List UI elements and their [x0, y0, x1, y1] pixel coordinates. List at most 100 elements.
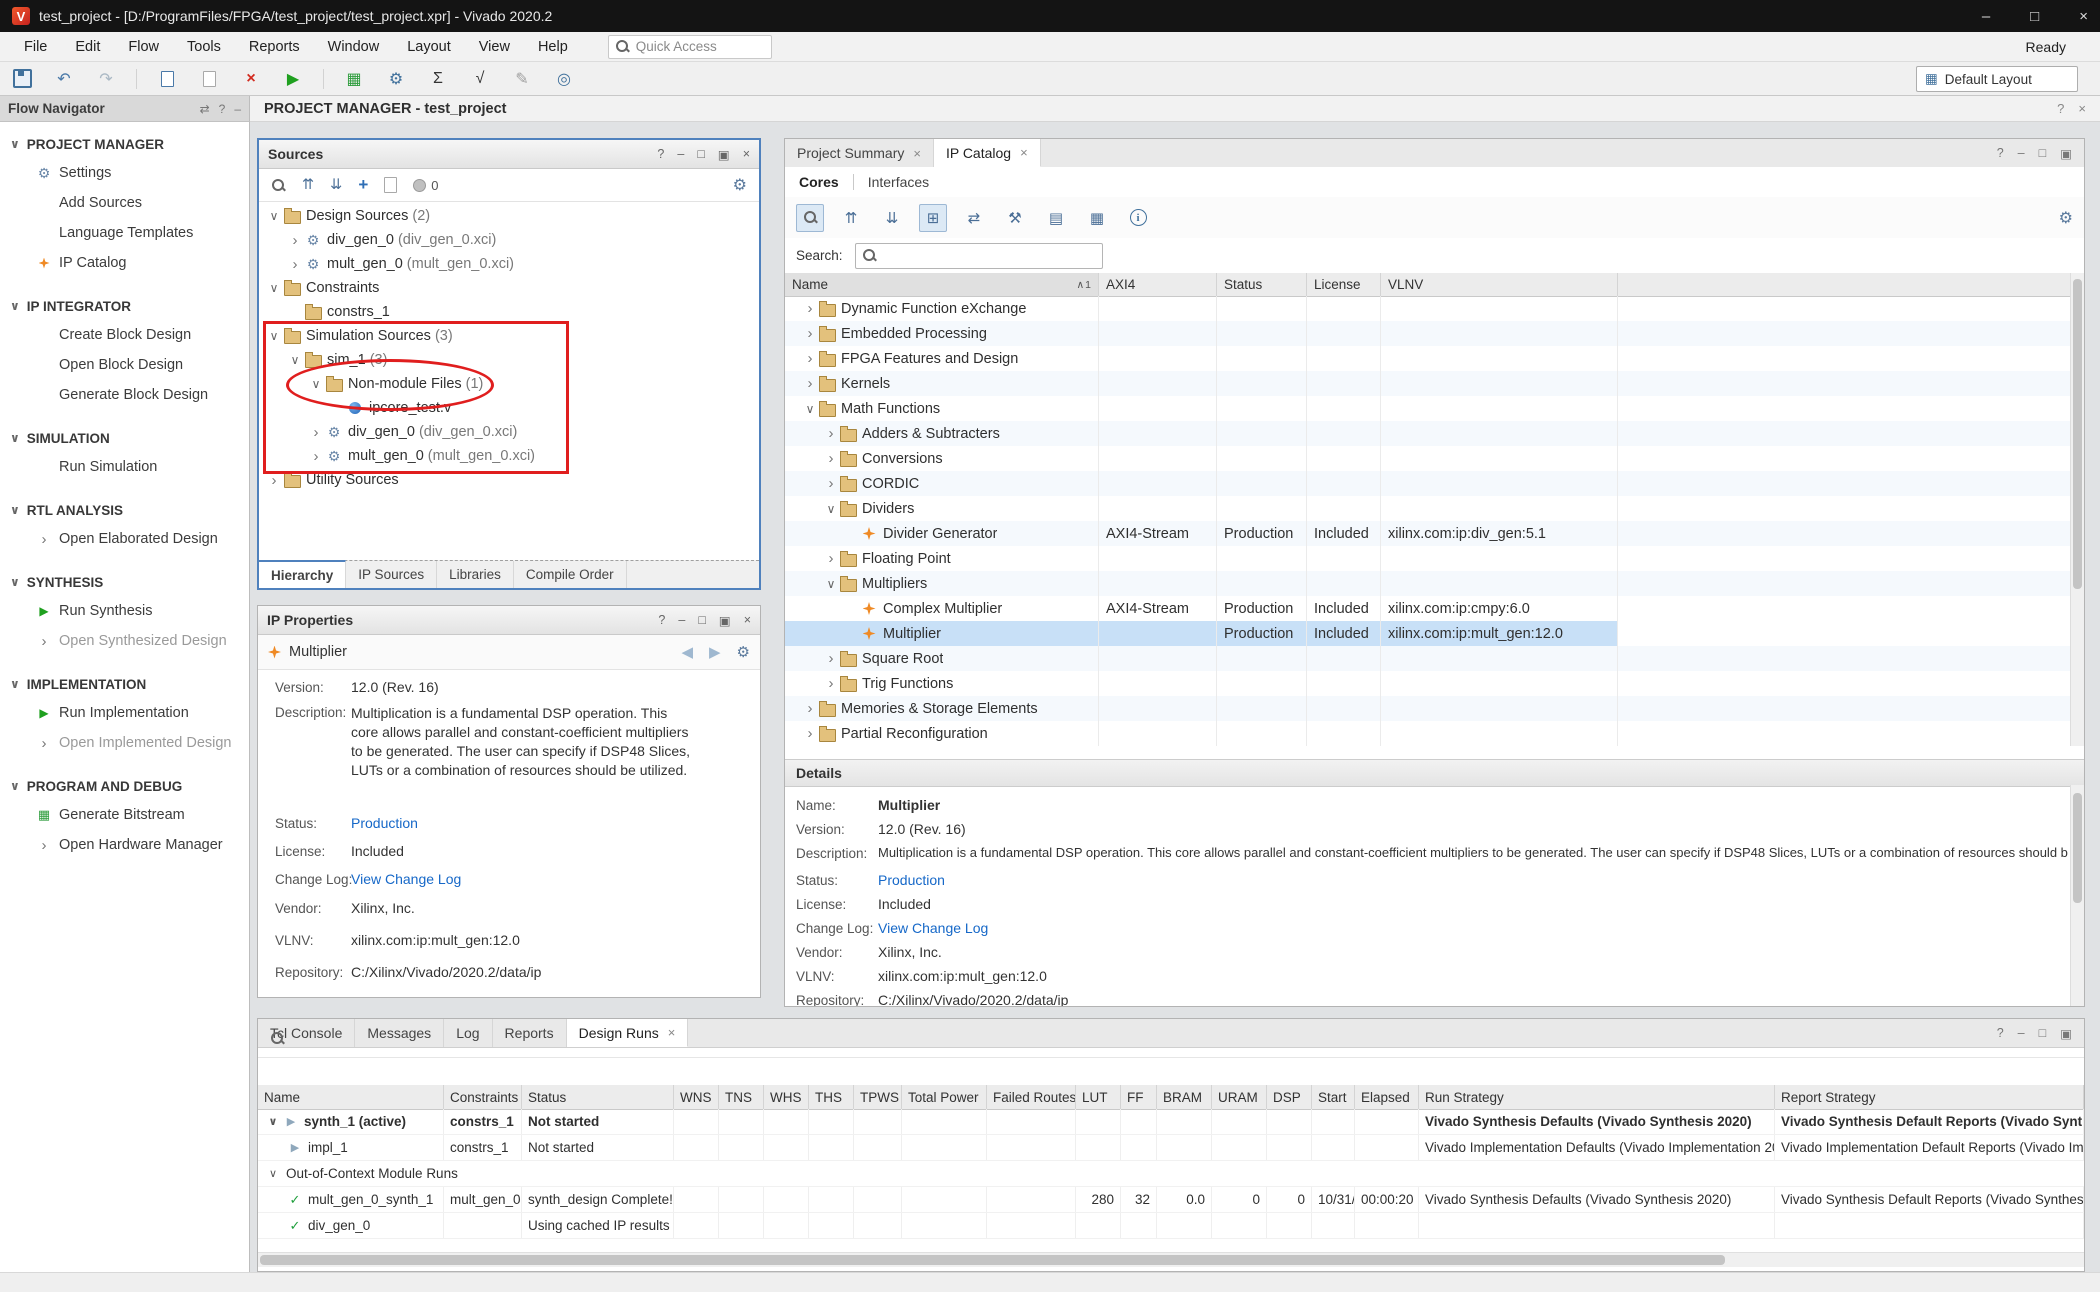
search-icon[interactable] — [270, 1031, 285, 1046]
subtab-interfaces[interactable]: Interfaces — [866, 174, 931, 190]
tree-row[interactable]: ›Dynamic Function eXchange — [785, 296, 2071, 321]
run-icon[interactable]: ▶ — [281, 67, 305, 91]
expand-all-icon[interactable]: ⇊ — [330, 177, 342, 193]
sidebar-item-open-hardware-manager[interactable]: › Open Hardware Manager — [0, 830, 249, 860]
menu-flow[interactable]: Flow — [114, 32, 173, 61]
tab-design-runs[interactable]: Design Runs× — [567, 1019, 689, 1047]
maximize-icon[interactable]: □ — [698, 613, 706, 628]
section-simulation[interactable]: ∨ SIMULATION — [0, 424, 249, 452]
close-icon[interactable]: × — [913, 146, 921, 161]
tab-project-summary[interactable]: Project Summary × — [785, 139, 934, 167]
float-icon[interactable]: ▣ — [2060, 1026, 2072, 1041]
subtab-cores[interactable]: Cores — [797, 174, 841, 190]
tree-row-complex-multiplier[interactable]: Complex MultiplierAXI4-StreamProductionI… — [785, 596, 2071, 621]
tree-row[interactable]: ›Memories & Storage Elements — [785, 696, 2071, 721]
sidebar-item-run-implementation[interactable]: ▶ Run Implementation — [0, 698, 249, 728]
chevron-right-icon[interactable]: › — [286, 233, 304, 248]
sidebar-item-run-synthesis[interactable]: ▶ Run Synthesis — [0, 596, 249, 626]
collapse-all-icon[interactable]: ⇈ — [302, 177, 314, 193]
chevron-right-icon[interactable]: › — [42, 838, 47, 853]
menu-view[interactable]: View — [465, 32, 524, 61]
tree-row-sim-div-gen[interactable]: › ⚙ div_gen_0 (div_gen_0.xci) — [259, 420, 759, 444]
column-header[interactable]: Start — [1312, 1085, 1355, 1109]
chevron-right-icon[interactable]: › — [823, 651, 839, 666]
sum-icon[interactable]: Σ — [426, 67, 450, 91]
help-icon[interactable]: ? — [219, 102, 226, 116]
gear-icon[interactable]: ⚙ — [733, 175, 747, 195]
chevron-down-icon[interactable]: ∨ — [265, 209, 283, 223]
minimize-icon[interactable]: – — [2018, 146, 2025, 160]
minimize-icon[interactable]: – — [2018, 1026, 2025, 1040]
info-icon[interactable]: i — [1124, 204, 1152, 232]
customize-icon[interactable]: ⚒ — [1001, 204, 1029, 232]
settings-icon[interactable]: ⚙ — [384, 67, 408, 91]
float-icon[interactable]: ▣ — [719, 613, 731, 628]
tree-row[interactable]: ›Floating Point — [785, 546, 2071, 571]
tree-row[interactable]: ›Partial Reconfiguration — [785, 721, 2071, 746]
status-link[interactable]: Production — [878, 872, 945, 888]
chevron-right-icon[interactable]: › — [42, 634, 47, 649]
maximize-icon[interactable]: □ — [2039, 146, 2047, 160]
chevron-down-icon[interactable]: ∨ — [265, 329, 283, 343]
search-icon[interactable] — [271, 178, 286, 193]
column-header-license[interactable]: License — [1307, 273, 1381, 296]
target-icon[interactable]: ◎ — [552, 67, 576, 91]
dock-icon[interactable]: ⇄ — [200, 102, 210, 116]
tree-row-mult-gen[interactable]: › ⚙ mult_gen_0 (mult_gen_0.xci) — [259, 252, 759, 276]
paste-icon[interactable] — [197, 67, 221, 91]
tree-row[interactable]: ∨Math Functions — [785, 396, 2071, 421]
tab-compile-order[interactable]: Compile Order — [514, 561, 627, 588]
maximize-icon[interactable]: □ — [2039, 1026, 2047, 1040]
horizontal-scrollbar[interactable] — [258, 1252, 2084, 1267]
details-scrollbar[interactable] — [2070, 785, 2084, 1006]
column-header[interactable]: BRAM — [1157, 1085, 1212, 1109]
edit-icon[interactable]: ✎ — [510, 67, 534, 91]
catalog-scrollbar[interactable] — [2070, 273, 2084, 746]
chevron-right-icon[interactable]: › — [42, 532, 47, 547]
table-view-icon[interactable]: ▤ — [1042, 204, 1070, 232]
scrollbar-thumb[interactable] — [2073, 279, 2082, 589]
sidebar-item-language-templates[interactable]: Language Templates — [0, 218, 249, 248]
sources-panel-header[interactable]: Sources ? – □ ▣ × — [259, 140, 759, 169]
sidebar-item-open-synthesized-design[interactable]: › Open Synthesized Design — [0, 626, 249, 656]
close-icon[interactable]: × — [743, 147, 750, 162]
column-header[interactable]: URAM — [1212, 1085, 1267, 1109]
column-header[interactable]: LUT — [1076, 1085, 1121, 1109]
sidebar-item-run-simulation[interactable]: Run Simulation — [0, 452, 249, 482]
sidebar-item-create-block-design[interactable]: Create Block Design — [0, 320, 249, 350]
chevron-right-icon[interactable]: › — [286, 257, 304, 272]
grid-view-icon[interactable]: ▦ — [1083, 204, 1111, 232]
help-icon[interactable]: ? — [1997, 146, 2004, 160]
tree-row-design-sources[interactable]: ∨ Design Sources (2) — [259, 204, 759, 228]
tree-row-constraints[interactable]: ∨ Constraints — [259, 276, 759, 300]
tab-messages[interactable]: Messages — [355, 1019, 444, 1047]
tree-row[interactable]: ›CORDIC — [785, 471, 2071, 496]
chevron-down-icon[interactable]: ∨ — [802, 402, 818, 416]
help-icon[interactable]: ? — [657, 147, 664, 162]
sidebar-item-settings[interactable]: ⚙ Settings — [0, 158, 249, 188]
reports-icon[interactable]: ▦ — [342, 67, 366, 91]
sidebar-item-generate-block-design[interactable]: Generate Block Design — [0, 380, 249, 410]
section-ip-integrator[interactable]: ∨ IP INTEGRATOR — [0, 292, 249, 320]
help-icon[interactable]: ? — [2057, 101, 2064, 116]
column-header[interactable]: Status — [522, 1085, 674, 1109]
tree-row[interactable]: ›Kernels — [785, 371, 2071, 396]
tree-row[interactable]: ›Conversions — [785, 446, 2071, 471]
column-header[interactable]: Elapsed — [1355, 1085, 1419, 1109]
sqrt-icon[interactable]: √ — [468, 67, 492, 91]
maximize-icon[interactable]: □ — [697, 147, 705, 162]
float-icon[interactable]: ▣ — [718, 147, 730, 162]
help-icon[interactable]: ? — [1997, 1026, 2004, 1040]
minimize-icon[interactable]: – — [677, 147, 684, 162]
redo-icon[interactable]: ↷ — [94, 67, 118, 91]
close-icon[interactable]: × — [668, 1025, 676, 1040]
sidebar-item-open-implemented-design[interactable]: › Open Implemented Design — [0, 728, 249, 758]
chevron-down-icon[interactable]: ∨ — [264, 1115, 282, 1128]
tree-row-sim-1[interactable]: ∨ sim_1 (3) — [259, 348, 759, 372]
quick-access-search[interactable]: Quick Access — [608, 35, 772, 59]
help-icon[interactable]: ? — [658, 613, 665, 628]
change-log-link[interactable]: View Change Log — [878, 920, 988, 936]
column-header[interactable]: WNS — [674, 1085, 719, 1109]
collapse-all-icon[interactable]: ⇈ — [837, 204, 865, 232]
sidebar-item-open-block-design[interactable]: Open Block Design — [0, 350, 249, 380]
